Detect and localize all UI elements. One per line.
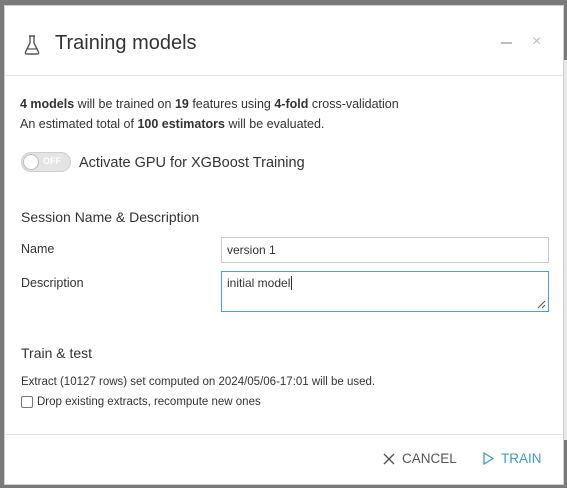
- session-heading: Session Name & Description: [21, 209, 200, 225]
- features-count: 19: [174, 97, 189, 111]
- description-value: initial model: [227, 276, 291, 290]
- dialog-footer: CANCEL TRAIN: [5, 434, 563, 484]
- training-models-dialog: Training models × 4 models will be train…: [4, 5, 564, 485]
- summary-text: features using: [188, 97, 275, 111]
- toggle-state-text: OFF: [43, 156, 61, 166]
- gpu-toggle-label: Activate GPU for XGBoost Training: [79, 155, 305, 171]
- drop-extracts-row[interactable]: Drop existing extracts, recompute new on…: [21, 396, 261, 408]
- flask-icon: [24, 35, 40, 55]
- description-field[interactable]: initial model: [221, 271, 549, 312]
- close-icon[interactable]: ×: [532, 34, 541, 50]
- training-summary: 4 models will be trained on 19 features …: [20, 94, 399, 134]
- toggle-knob: [23, 154, 39, 170]
- extract-info: Extract (10127 rows) set computed on 202…: [21, 376, 376, 388]
- train-button[interactable]: TRAIN: [483, 451, 542, 466]
- cancel-label: CANCEL: [402, 451, 457, 466]
- name-label: Name: [21, 242, 55, 256]
- summary-text: will be evaluated.: [225, 117, 325, 131]
- text-cursor: [291, 276, 293, 290]
- gpu-toggle[interactable]: OFF: [21, 152, 71, 172]
- estimators-count: 100 estimators: [137, 117, 225, 131]
- summary-line-2: An estimated total of 100 estimators wil…: [20, 114, 399, 134]
- drop-extracts-label: Drop existing extracts, recompute new on…: [37, 396, 261, 408]
- summary-text: will be trained on: [74, 97, 175, 111]
- models-count: 4 models: [20, 97, 75, 111]
- train-test-heading: Train & test: [21, 345, 93, 361]
- fold-count: 4-fold: [274, 97, 309, 111]
- dialog-title: Training models: [55, 32, 197, 54]
- train-label: TRAIN: [501, 451, 542, 466]
- summary-text: An estimated total of: [20, 117, 138, 131]
- dialog-header: Training models ×: [5, 6, 563, 76]
- play-triangle-icon: [483, 452, 494, 465]
- close-x-icon: [383, 453, 395, 464]
- minimize-icon[interactable]: [501, 36, 513, 50]
- summary-text: cross-validation: [308, 97, 399, 111]
- resize-handle-icon[interactable]: [536, 299, 546, 309]
- description-label: Description: [21, 276, 84, 290]
- summary-line-1: 4 models will be trained on 19 features …: [20, 94, 399, 114]
- drop-extracts-checkbox[interactable]: [21, 396, 33, 408]
- name-field[interactable]: [221, 237, 549, 263]
- cancel-button[interactable]: CANCEL: [383, 451, 457, 466]
